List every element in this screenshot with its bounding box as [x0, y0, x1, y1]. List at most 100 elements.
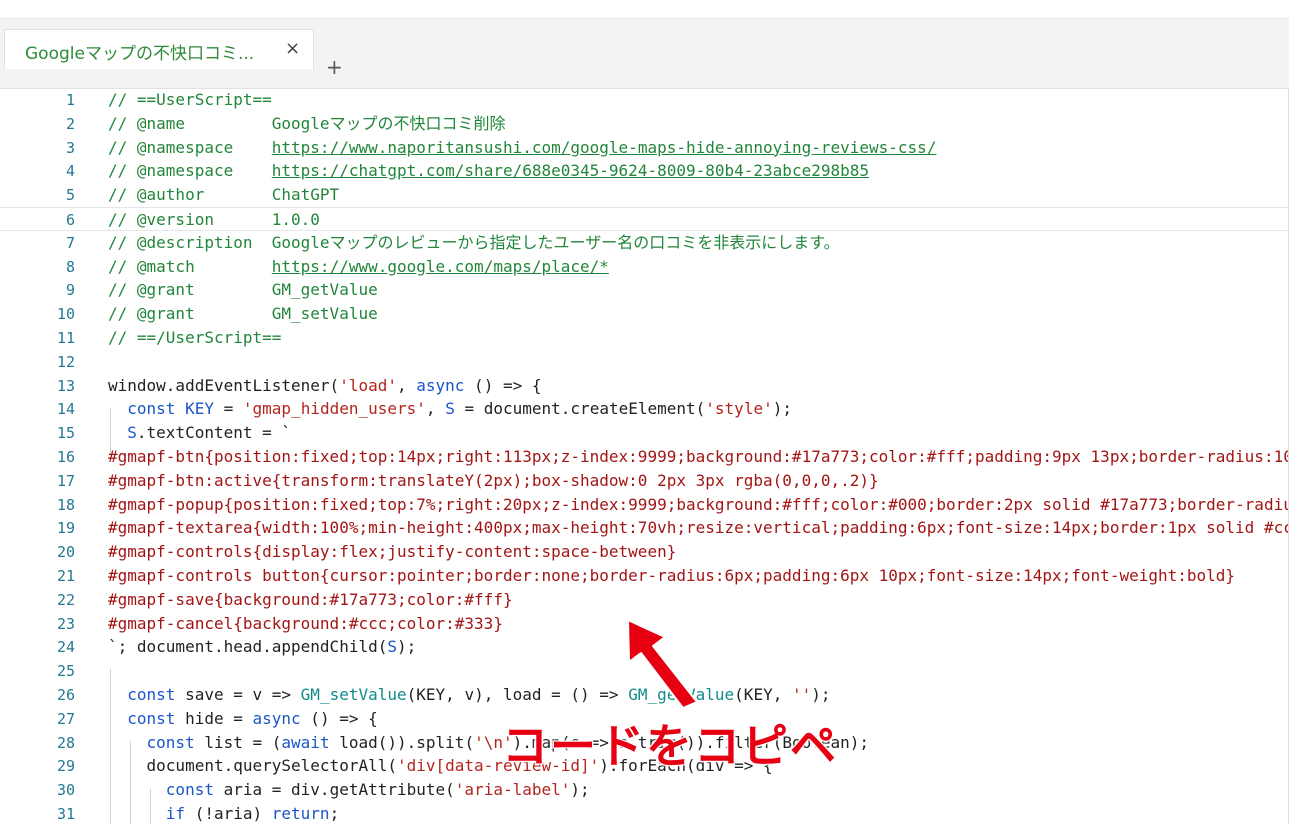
code-token: #gmapf-save{background:#17a773;color:#ff… — [108, 589, 513, 609]
code-line[interactable]: 18 #gmapf-popup{position:fixed;top:7%;rig… — [0, 493, 1289, 517]
editor-tab[interactable]: Googleマップの不快口コミ... × — [4, 29, 314, 69]
code-line[interactable]: 20 #gmapf-controls{display:flex;justify-c… — [0, 540, 1289, 564]
code-token: , — [396, 375, 417, 395]
code-line[interactable]: 4 // @namespace https://chatgpt.com/share… — [0, 159, 1289, 183]
code-token: const — [127, 399, 176, 419]
code-token: async — [252, 708, 301, 728]
code-line[interactable]: 9 // @grant GM_getValue — [0, 278, 1289, 302]
code-token: hide = — [175, 708, 253, 728]
line-number: 15 — [56, 424, 75, 443]
code-text: // ==/UserScript== — [108, 326, 281, 350]
code-token: .textContent = ` — [136, 423, 292, 443]
code-line[interactable]: 13 window.addEventListener('load', async … — [0, 374, 1289, 398]
code-token: // @version 1.0.0 — [108, 210, 320, 229]
code-line[interactable]: 2 // @name Googleマップの不快口コミ削除 — [0, 112, 1289, 136]
code-text: // @name Googleマップの不快口コミ削除 — [108, 112, 506, 136]
code-text: // @grant GM_setValue — [108, 302, 378, 326]
code-line[interactable]: 12 — [0, 350, 1289, 374]
tab-title: Googleマップの不快口コミ... — [25, 44, 255, 64]
code-token: // @grant GM_setValue — [108, 304, 378, 324]
code-line[interactable]: 16 #gmapf-btn{position:fixed;top:14px;rig… — [0, 445, 1289, 469]
code-token[interactable]: https://www.google.com/maps/place/* — [272, 257, 609, 276]
code-line[interactable]: 22 #gmapf-save{background:#17a773;color:#… — [0, 588, 1289, 612]
code-line[interactable]: 21 #gmapf-controls button{cursor:pointer;… — [0, 564, 1289, 588]
line-number: 4 — [65, 162, 75, 181]
code-token: #gmapf-controls{display:flex;justify-con… — [108, 542, 677, 562]
code-text: S.textContent = ` — [108, 421, 291, 445]
code-text: if (!aria) return; — [108, 802, 339, 824]
line-number: 9 — [65, 281, 75, 300]
code-token: 'load' — [339, 375, 397, 395]
code-token: () => { — [300, 708, 378, 728]
line-number: 31 — [56, 805, 75, 823]
code-line[interactable]: 17 #gmapf-btn:active{transform:translateY… — [0, 469, 1289, 493]
code-token: '' — [791, 685, 812, 704]
line-number: 25 — [56, 662, 75, 681]
code-line[interactable]: 30 const aria = div.getAttribute('aria-l… — [0, 778, 1289, 802]
line-number: 27 — [56, 709, 75, 728]
code-line[interactable]: 14 const KEY = 'gmap_hidden_users', S = … — [0, 397, 1289, 421]
code-token: GM_setValue — [300, 685, 407, 704]
code-token: // @description Googleマップのレビューから指定したユーザー… — [108, 232, 840, 252]
code-token: ); — [811, 685, 831, 704]
line-number: 14 — [56, 400, 75, 419]
code-text: #gmapf-popup{position:fixed;top:7%;right… — [108, 493, 1289, 517]
code-token: window.addEventListener( — [108, 375, 340, 395]
code-token: if — [165, 804, 186, 823]
line-number: 22 — [56, 590, 75, 609]
code-text: const save = v => GM_setValue(KEY, v), l… — [108, 683, 831, 707]
code-token: // @author ChatGPT — [108, 185, 340, 205]
code-line[interactable]: 5 // @author ChatGPT — [0, 183, 1289, 207]
code-token: (KEY, v), load = () => — [406, 685, 629, 704]
code-line[interactable]: 15 S.textContent = ` — [0, 421, 1289, 445]
code-token: return — [271, 804, 330, 823]
code-line[interactable]: 6 // @version 1.0.0 — [0, 207, 1289, 231]
code-token[interactable]: https://chatgpt.com/share/688e0345-9624-… — [272, 161, 869, 180]
line-number: 28 — [56, 733, 75, 752]
code-line[interactable]: 1 // ==UserScript== — [0, 89, 1289, 112]
code-text: #gmapf-btn{position:fixed;top:14px;right… — [108, 445, 1289, 469]
code-token: S — [445, 399, 455, 419]
close-icon[interactable]: × — [285, 38, 300, 59]
code-line[interactable]: 3 // @namespace https://www.naporitansush… — [0, 136, 1289, 160]
code-text: window.addEventListener('load', async ()… — [108, 374, 541, 398]
line-number: 24 — [56, 638, 75, 657]
line-number: 1 — [65, 91, 75, 109]
code-token: list = ( — [194, 732, 282, 752]
code-line[interactable]: 7 // @description Googleマップのレビューから指定したユーザ… — [0, 231, 1289, 255]
code-token: const — [146, 732, 195, 752]
code-text: // @author ChatGPT — [108, 183, 339, 207]
add-tab-icon[interactable]: + — [326, 55, 343, 79]
code-line[interactable]: 31 if (!aria) return; — [0, 802, 1289, 824]
code-token: // @match — [108, 256, 272, 276]
code-token: save = v => — [175, 685, 301, 704]
code-token: = — [213, 399, 243, 419]
line-number: 2 — [65, 114, 75, 133]
code-token: // @name Googleマップの不快口コミ削除 — [108, 113, 506, 133]
code-token: ; — [329, 804, 340, 823]
code-line[interactable]: 8 // @match https://www.google.com/maps/p… — [0, 255, 1289, 279]
code-line[interactable]: 19 #gmapf-textarea{width:100%;min-height:… — [0, 516, 1289, 540]
line-number: 19 — [56, 519, 75, 538]
code-line[interactable]: 11 // ==/UserScript== — [0, 326, 1289, 350]
window-top-bar — [0, 0, 1289, 19]
code-token: await — [281, 732, 330, 752]
line-number: 23 — [56, 614, 75, 633]
code-token: , — [425, 399, 446, 419]
code-token: #gmapf-btn{position:fixed;top:14px;right… — [108, 447, 1289, 466]
code-text: `; document.head.appendChild(S); — [108, 635, 416, 659]
code-token[interactable]: https://www.naporitansushi.com/google-ma… — [272, 138, 937, 157]
line-number: 18 — [56, 495, 75, 514]
code-token: // @grant GM_getValue — [108, 280, 378, 300]
code-line[interactable]: 10 // @grant GM_setValue — [0, 302, 1289, 326]
code-text: const KEY = 'gmap_hidden_users', S = doc… — [108, 397, 792, 421]
code-token: #gmapf-textarea{width:100%;min-height:40… — [108, 518, 1289, 538]
code-token: load()).split( — [329, 732, 475, 752]
code-token: `; document.head.appendChild( — [108, 637, 388, 657]
code-text: #gmapf-btn:active{transform:translateY(2… — [108, 469, 879, 493]
